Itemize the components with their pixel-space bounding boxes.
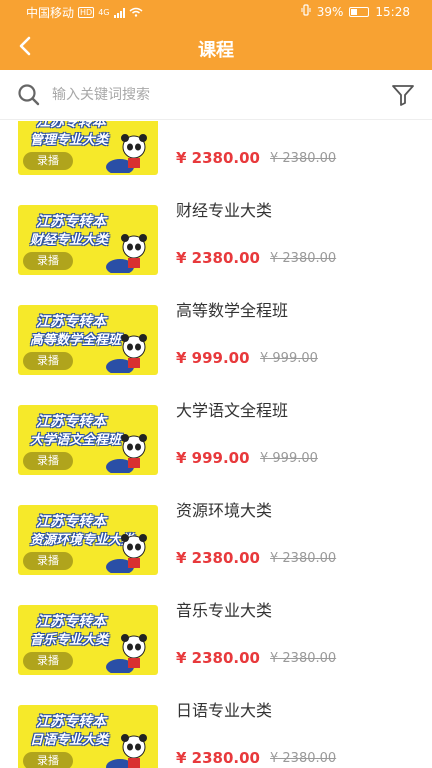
- course-list[interactable]: 江苏专转本 管理专业大类 录播 管理专业大类 ¥ 2380.00 ¥ 2380.…: [0, 121, 432, 768]
- thumbnail-title-line1: 江苏专转本: [36, 714, 106, 730]
- network-label: 4G: [98, 8, 110, 17]
- course-info: 日语专业大类 ¥ 2380.00 ¥ 2380.00: [176, 695, 422, 768]
- course-info: 音乐专业大类 ¥ 2380.00 ¥ 2380.00: [176, 595, 422, 695]
- panda-mascot-icon: [106, 534, 147, 573]
- course-thumbnail: 江苏专转本 管理专业大类 录播: [18, 121, 158, 175]
- status-bar: 中国移动 HD 4G 39% 15:28: [0, 0, 432, 24]
- recorded-tag: 录播: [23, 552, 73, 570]
- course-original-price: ¥ 2380.00: [270, 651, 337, 666]
- panda-mascot-icon: [106, 134, 147, 173]
- battery-icon: [349, 6, 370, 17]
- course-price: ¥ 2380.00: [176, 149, 260, 167]
- panda-mascot-icon: [106, 234, 147, 273]
- panda-mascot-icon: [106, 634, 147, 673]
- course-price: ¥ 2380.00: [176, 649, 260, 667]
- course-original-price: ¥ 2380.00: [270, 151, 337, 166]
- course-thumbnail: 江苏专转本 财经专业大类 录播: [18, 205, 158, 275]
- course-original-price: ¥ 2380.00: [270, 551, 337, 566]
- course-item[interactable]: 江苏专转本 资源环境专业大类 录播 资源环境大类 ¥ 2380.00 ¥ 238…: [0, 495, 432, 595]
- course-info: 财经专业大类 ¥ 2380.00 ¥ 2380.00: [176, 195, 422, 295]
- thumbnail-title-line1: 江苏专转本: [36, 314, 106, 330]
- thumbnail-title-line2: 财经专业大类: [30, 233, 109, 248]
- hd-badge: HD: [78, 7, 95, 18]
- thumbnail-title-line1: 江苏专转本: [36, 414, 106, 430]
- thumbnail-title-line2: 音乐专业大类: [30, 633, 109, 648]
- recorded-tag: 录播: [23, 252, 73, 270]
- course-name: 日语专业大类: [176, 701, 273, 720]
- signal-icon: [113, 7, 125, 18]
- course-name: 高等数学全程班: [176, 301, 289, 320]
- course-original-price: ¥ 999.00: [260, 451, 318, 466]
- thumbnail-title-line1: 江苏专转本: [36, 214, 106, 230]
- page-title: 课程: [198, 40, 234, 61]
- course-info: 大学语文全程班 ¥ 999.00 ¥ 999.00: [176, 395, 422, 495]
- course-item[interactable]: 江苏专转本 管理专业大类 录播 管理专业大类 ¥ 2380.00 ¥ 2380.…: [0, 121, 432, 195]
- course-original-price: ¥ 2380.00: [270, 251, 337, 266]
- wifi-icon: [129, 6, 143, 20]
- course-item[interactable]: 江苏专转本 日语专业大类 录播 日语专业大类 ¥ 2380.00 ¥ 2380.…: [0, 695, 432, 768]
- course-info: 管理专业大类 ¥ 2380.00 ¥ 2380.00: [176, 121, 422, 195]
- panda-mascot-icon: [106, 734, 147, 768]
- course-thumbnail: 江苏专转本 日语专业大类 录播: [18, 705, 158, 768]
- course-name: 音乐专业大类: [176, 601, 273, 620]
- thumbnail-title-line1: 江苏专转本: [36, 614, 106, 630]
- app-header: 课程: [0, 24, 432, 70]
- thumbnail-title-line1: 江苏专转本: [36, 514, 106, 530]
- course-thumbnail: 江苏专转本 音乐专业大类 录播: [18, 605, 158, 675]
- course-thumbnail: 江苏专转本 资源环境专业大类 录播: [18, 505, 158, 575]
- search-input[interactable]: [52, 82, 352, 108]
- clock: 15:28: [375, 4, 410, 19]
- course-original-price: ¥ 2380.00: [270, 751, 337, 766]
- recorded-tag: 录播: [23, 752, 73, 768]
- course-price: ¥ 999.00: [176, 449, 250, 467]
- recorded-tag: 录播: [23, 352, 73, 370]
- course-price: ¥ 999.00: [176, 349, 250, 367]
- course-name: 资源环境大类: [176, 501, 273, 520]
- course-price: ¥ 2380.00: [176, 249, 260, 267]
- course-thumbnail: 江苏专转本 高等数学全程班 录播: [18, 305, 158, 375]
- battery-percent: 39%: [316, 4, 344, 19]
- course-name: 财经专业大类: [176, 201, 273, 220]
- course-item[interactable]: 江苏专转本 音乐专业大类 录播 音乐专业大类 ¥ 2380.00 ¥ 2380.…: [0, 595, 432, 695]
- search-icon[interactable]: [16, 82, 42, 108]
- course-info: 资源环境大类 ¥ 2380.00 ¥ 2380.00: [176, 495, 422, 595]
- course-price: ¥ 2380.00: [176, 549, 260, 567]
- course-item[interactable]: 江苏专转本 财经专业大类 录播 财经专业大类 ¥ 2380.00 ¥ 2380.…: [0, 195, 432, 295]
- course-info: 高等数学全程班 ¥ 999.00 ¥ 999.00: [176, 295, 422, 395]
- search-bar: [0, 70, 432, 120]
- panda-mascot-icon: [106, 334, 147, 373]
- course-original-price: ¥ 999.00: [260, 351, 318, 366]
- course-item[interactable]: 江苏专转本 大学语文全程班 录播 大学语文全程班 ¥ 999.00 ¥ 999.…: [0, 395, 432, 495]
- recorded-tag: 录播: [23, 452, 73, 470]
- vibrate-icon: [301, 4, 311, 19]
- panda-mascot-icon: [106, 434, 147, 473]
- course-name: 大学语文全程班: [176, 401, 289, 420]
- recorded-tag: 录播: [23, 152, 73, 170]
- course-price: ¥ 2380.00: [176, 749, 260, 767]
- course-item[interactable]: 江苏专转本 高等数学全程班 录播 高等数学全程班 ¥ 999.00 ¥ 999.…: [0, 295, 432, 395]
- thumbnail-title-line2: 日语专业大类: [30, 733, 109, 748]
- course-thumbnail: 江苏专转本 大学语文全程班 录播: [18, 405, 158, 475]
- recorded-tag: 录播: [23, 652, 73, 670]
- carrier-label: 中国移动: [26, 6, 75, 20]
- thumbnail-title-line2: 管理专业大类: [30, 133, 109, 148]
- filter-icon[interactable]: [390, 82, 416, 108]
